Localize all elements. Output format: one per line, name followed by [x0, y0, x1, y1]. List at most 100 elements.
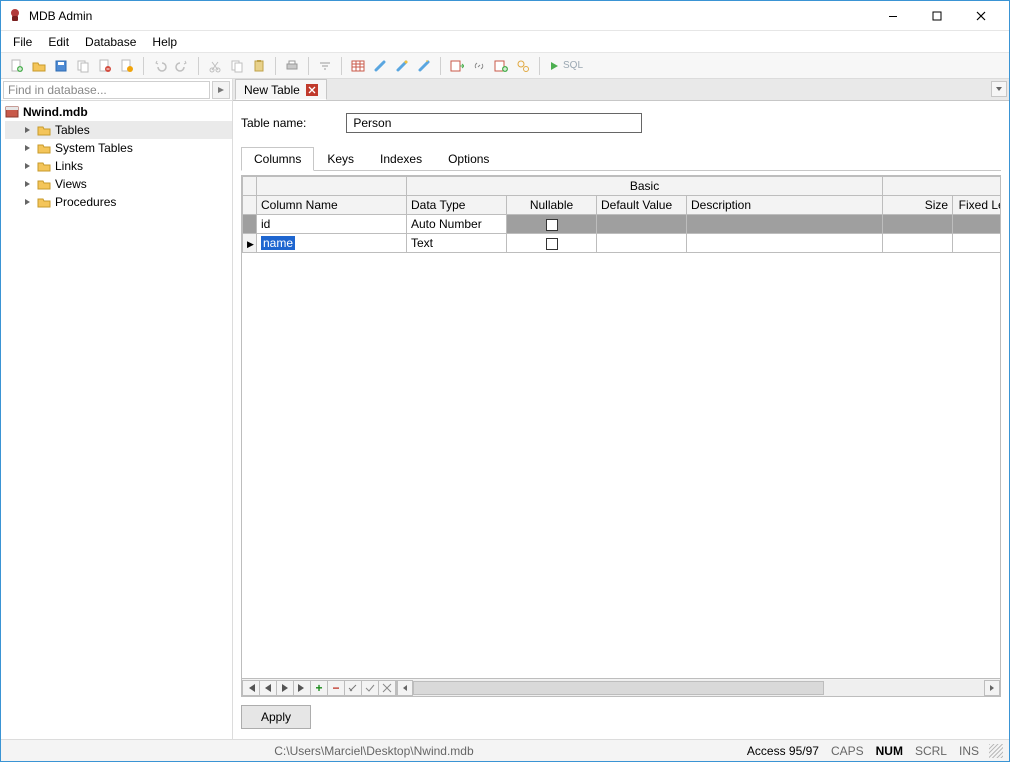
close-button[interactable] — [959, 2, 1003, 30]
nav-prev-icon[interactable] — [259, 680, 277, 696]
open-file-icon[interactable] — [29, 56, 49, 76]
delete-db-icon[interactable] — [95, 56, 115, 76]
chevron-right-icon[interactable] — [23, 143, 33, 153]
chevron-right-icon[interactable] — [23, 161, 33, 171]
chevron-right-icon[interactable] — [23, 179, 33, 189]
tree-node-label: Links — [55, 159, 83, 173]
cell-data-type[interactable]: Auto Number — [407, 215, 507, 234]
minimize-button[interactable] — [871, 2, 915, 30]
nav-edit-icon[interactable] — [344, 680, 362, 696]
search-input[interactable] — [3, 81, 210, 99]
status-scrl: SCRL — [909, 744, 953, 758]
cell-column-name[interactable]: id — [257, 215, 407, 234]
separator — [440, 57, 441, 75]
window-title: MDB Admin — [29, 9, 92, 23]
subtab-options[interactable]: Options — [435, 147, 502, 171]
scroll-left-icon[interactable] — [397, 680, 413, 696]
menu-edit[interactable]: Edit — [40, 31, 77, 52]
nav-next-icon[interactable] — [276, 680, 294, 696]
col-header-nullable[interactable]: Nullable — [507, 196, 597, 215]
nav-first-icon[interactable] — [242, 680, 260, 696]
gears-icon[interactable] — [513, 56, 533, 76]
link-icon[interactable] — [469, 56, 489, 76]
nav-add-icon[interactable]: + — [310, 680, 328, 696]
object-tree[interactable]: Nwind.mdb Tables System Tables — [1, 101, 232, 739]
grid-row[interactable]: ▶ name Text — [243, 234, 1002, 253]
apply-button[interactable]: Apply — [241, 705, 311, 729]
tab-overflow-button[interactable] — [991, 81, 1007, 97]
table-icon[interactable] — [348, 56, 368, 76]
columns-grid-wrap: Basic Text Column Name Data Type Nullabl… — [241, 175, 1001, 697]
tree-node-views[interactable]: Views — [5, 175, 232, 193]
menu-file[interactable]: File — [5, 31, 40, 52]
col-header-size[interactable]: Size — [883, 196, 953, 215]
cut-icon[interactable] — [205, 56, 225, 76]
row-marker-icon: ▶ — [247, 239, 254, 249]
redo-icon[interactable] — [172, 56, 192, 76]
col-header-default[interactable]: Default Value — [597, 196, 687, 215]
col-header-type[interactable]: Data Type — [407, 196, 507, 215]
subtab-indexes[interactable]: Indexes — [367, 147, 435, 171]
chevron-right-icon[interactable] — [23, 197, 33, 207]
menu-database[interactable]: Database — [77, 31, 144, 52]
filter-icon[interactable] — [315, 56, 335, 76]
export-icon[interactable] — [447, 56, 467, 76]
tree-root-label: Nwind.mdb — [23, 105, 88, 119]
wizard1-icon[interactable] — [370, 56, 390, 76]
search-go-button[interactable] — [212, 81, 230, 99]
paste-icon[interactable] — [249, 56, 269, 76]
maximize-button[interactable] — [915, 2, 959, 30]
scroll-thumb[interactable] — [413, 681, 984, 695]
table-name-input[interactable] — [346, 113, 642, 133]
tree-node-system-tables[interactable]: System Tables — [5, 139, 232, 157]
grid-row[interactable]: id Auto Number — [243, 215, 1002, 234]
nav-confirm-icon[interactable] — [361, 680, 379, 696]
copy-db-icon[interactable] — [73, 56, 93, 76]
tab-close-icon[interactable] — [306, 84, 318, 96]
nav-last-icon[interactable] — [293, 680, 311, 696]
cell-desc[interactable] — [687, 215, 883, 234]
menu-help[interactable]: Help — [144, 31, 185, 52]
new-file-icon[interactable] — [7, 56, 27, 76]
print-icon[interactable] — [282, 56, 302, 76]
col-header-name[interactable]: Column Name — [257, 196, 407, 215]
wizard2-icon[interactable] — [392, 56, 412, 76]
save-icon[interactable] — [51, 56, 71, 76]
wizard3-icon[interactable] — [414, 56, 434, 76]
nav-remove-icon[interactable]: − — [327, 680, 345, 696]
cell-size[interactable] — [883, 234, 953, 253]
scroll-right-icon[interactable] — [984, 680, 1000, 696]
chevron-right-icon[interactable] — [23, 125, 33, 135]
subtab-keys[interactable]: Keys — [314, 147, 367, 171]
separator — [143, 57, 144, 75]
subtab-columns[interactable]: Columns — [241, 147, 314, 171]
undo-icon[interactable] — [150, 56, 170, 76]
dup-icon[interactable] — [491, 56, 511, 76]
cell-default[interactable] — [597, 234, 687, 253]
resize-grip-icon[interactable] — [989, 744, 1003, 758]
columns-grid[interactable]: Basic Text Column Name Data Type Nullabl… — [241, 175, 1001, 679]
nav-cancel-icon[interactable] — [378, 680, 396, 696]
col-header-desc[interactable]: Description — [687, 196, 883, 215]
copy-icon[interactable] — [227, 56, 247, 76]
tree-root[interactable]: Nwind.mdb — [5, 103, 232, 121]
cell-size[interactable] — [883, 215, 953, 234]
folder-icon — [37, 124, 51, 136]
tree-node-procedures[interactable]: Procedures — [5, 193, 232, 211]
tree-node-label: Views — [55, 177, 87, 191]
grid-hscrollbar[interactable] — [396, 680, 1000, 696]
run-sql-button[interactable]: SQL — [546, 56, 587, 76]
refresh-db-icon[interactable] — [117, 56, 137, 76]
nullable-checkbox[interactable] — [546, 219, 558, 231]
statusbar: C:\Users\Marciel\Desktop\Nwind.mdb Acces… — [1, 739, 1009, 761]
cell-desc[interactable] — [687, 234, 883, 253]
col-header-fixed[interactable]: Fixed Leng — [953, 196, 1001, 215]
cell-column-name[interactable]: name — [257, 234, 407, 253]
separator — [275, 57, 276, 75]
tree-node-tables[interactable]: Tables — [5, 121, 232, 139]
cell-data-type[interactable]: Text — [407, 234, 507, 253]
nullable-checkbox[interactable] — [546, 238, 558, 250]
tree-node-links[interactable]: Links — [5, 157, 232, 175]
tab-new-table[interactable]: New Table — [235, 79, 327, 100]
cell-default[interactable] — [597, 215, 687, 234]
